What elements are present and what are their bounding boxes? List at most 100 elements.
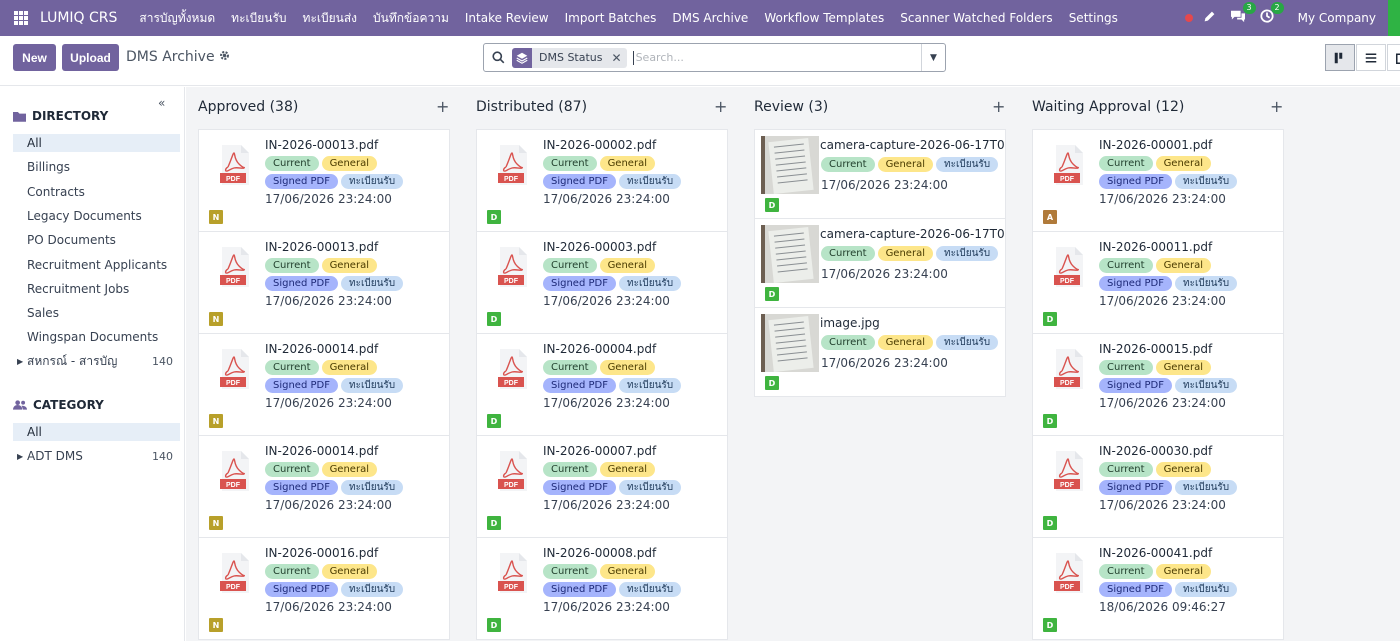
menu-item[interactable]: สารบัญทั้งหมด [131, 9, 223, 28]
main-menu: สารบัญทั้งหมด ทะเบียนรับ ทะเบียนส่ง บันทึกข… [131, 9, 1125, 28]
menu-item[interactable]: Scanner Watched Folders [892, 11, 1060, 25]
sidebar-item[interactable]: Legacy Documents [13, 207, 180, 225]
kanban-card[interactable]: camera-capture-2026-06-17T04-03-14-3 Curr… [754, 218, 1006, 308]
chat-icon[interactable]: 3 [1230, 2, 1256, 27]
add-card-plus-icon[interactable]: + [992, 97, 1005, 116]
caret-right-icon[interactable]: ▶ [17, 452, 23, 461]
pencil-icon[interactable] [1203, 10, 1216, 27]
activity-clock-icon[interactable]: 2 [1260, 2, 1284, 27]
menu-item[interactable]: บันทึกข้อความ [365, 9, 457, 28]
sidebar-item[interactable]: Billings [13, 158, 180, 176]
app-brand[interactable]: LUMIQ CRS [40, 10, 117, 26]
tag-current: Current [543, 462, 597, 477]
status-badge: D [1043, 414, 1057, 428]
kanban-card[interactable]: PDF IN-2026-00013.pdf Current General Signed… [198, 129, 450, 232]
kanban-card[interactable]: PDF IN-2026-00015.pdf Current General Signed… [1032, 333, 1284, 436]
menu-item[interactable]: Settings [1061, 11, 1126, 25]
svg-text:PDF: PDF [226, 380, 241, 387]
card-date: 17/06/2026 23:24:00 [265, 498, 392, 512]
menu-item[interactable]: Import Batches [557, 11, 665, 25]
tag-reg: ทะเบียนรับ [340, 276, 404, 291]
tag-general: General [599, 462, 655, 477]
gear-icon[interactable] [219, 50, 230, 64]
user-avatar[interactable] [1388, 0, 1400, 36]
sidebar-item[interactable]: All [13, 134, 180, 152]
company-switcher[interactable]: My Company [1298, 11, 1376, 25]
tag-current: Current [1099, 564, 1153, 579]
kanban-card[interactable]: PDF IN-2026-00002.pdf Current General Signed… [476, 129, 728, 232]
menu-item[interactable]: ทะเบียนส่ง [295, 9, 366, 28]
column-cards: PDF IN-2026-00001.pdf Current General Signed… [1032, 129, 1284, 640]
calendar-view-button[interactable] [1387, 44, 1400, 71]
navbar-systray: 3 2 My Company [1184, 0, 1400, 36]
card-file-name: IN-2026-00004.pdf [543, 342, 657, 356]
kanban-card[interactable]: PDF IN-2026-00016.pdf Current General Signed… [198, 537, 450, 640]
kanban-card[interactable]: PDF IN-2026-00003.pdf Current General Signed… [476, 231, 728, 334]
caret-right-icon[interactable]: ▶ [17, 357, 23, 366]
card-date: 18/06/2026 09:46:27 [1099, 600, 1226, 614]
tag-reg: ทะเบียนรับ [340, 378, 404, 393]
sidebar-item[interactable]: Recruitment Applicants [13, 256, 180, 274]
search-icon[interactable] [484, 51, 512, 64]
kanban-card[interactable]: PDF IN-2026-00041.pdf Current General Signed… [1032, 537, 1284, 640]
sidebar-item-label: สหกรณ์ - สารบัญ [27, 354, 118, 369]
new-button[interactable]: New [13, 44, 56, 71]
collapse-sidebar-icon[interactable]: « [158, 96, 165, 110]
card-tags: Current General Signed PDF ทะเบียนรับ [265, 156, 449, 192]
add-card-plus-icon[interactable]: + [714, 97, 727, 116]
list-view-button[interactable] [1356, 44, 1386, 71]
kanban-view-button[interactable] [1325, 44, 1355, 71]
add-card-plus-icon[interactable]: + [1270, 97, 1283, 116]
sidebar-item[interactable]: PO Documents [13, 231, 180, 249]
kanban-card[interactable]: PDF IN-2026-00014.pdf Current General Signed… [198, 435, 450, 538]
status-badge: D [487, 312, 501, 326]
column-title[interactable]: Waiting Approval (12) [1032, 99, 1184, 115]
column-title[interactable]: Review (3) [754, 99, 828, 115]
tag-reg: ทะเบียนรับ [1174, 480, 1238, 495]
column-title[interactable]: Approved (38) [198, 99, 298, 115]
status-dot-icon[interactable] [1184, 14, 1193, 22]
search-dropdown-caret-icon[interactable]: ▼ [921, 44, 945, 71]
menu-item[interactable]: DMS Archive [664, 11, 756, 25]
tag-reg: ทะเบียนรับ [1174, 378, 1238, 393]
card-tags: Current General Signed PDF ทะเบียนรับ [543, 360, 727, 396]
menu-item[interactable]: ทะเบียนรับ [223, 9, 294, 28]
tag-reg: ทะเบียนรับ [618, 582, 682, 597]
sidebar-item[interactable]: Sales [13, 304, 180, 322]
kanban-card[interactable]: PDF IN-2026-00030.pdf Current General Signed… [1032, 435, 1284, 538]
sidebar-item[interactable]: Contracts [13, 183, 180, 201]
list-icon [1365, 53, 1377, 62]
kanban-card[interactable]: PDF IN-2026-00004.pdf Current General Signed… [476, 333, 728, 436]
card-date: 17/06/2026 23:24:00 [543, 396, 670, 410]
remove-facet-close-icon[interactable]: ✕ [612, 51, 622, 65]
kanban-card[interactable]: PDF IN-2026-00008.pdf Current General Signed… [476, 537, 728, 640]
tag-current: Current [543, 156, 597, 171]
folder-icon [13, 111, 26, 122]
card-file-name: image.jpg [820, 316, 880, 330]
apps-grid-icon[interactable] [14, 11, 28, 25]
sidebar-item[interactable]: Wingspan Documents [13, 328, 180, 346]
control-panel: New Upload DMS Archive DMS Status ✕ ▼ [0, 36, 1400, 86]
status-badge: D [765, 198, 779, 212]
kanban-card[interactable]: image.jpg Current General ทะเบียนรับ 17/06/2… [754, 307, 1006, 397]
card-tags: Current General ทะเบียนรับ [821, 246, 1005, 264]
kanban-card[interactable]: PDF IN-2026-00014.pdf Current General Signed… [198, 333, 450, 436]
column-title[interactable]: Distributed (87) [476, 99, 587, 115]
add-card-plus-icon[interactable]: + [436, 97, 449, 116]
sidebar-item[interactable]: ▶ ADT DMS 140 [13, 447, 180, 465]
tag-signed: Signed PDF [543, 480, 616, 495]
sidebar-item[interactable]: ▶ สหกรณ์ - สารบัญ 140 [13, 353, 180, 371]
kanban-card[interactable]: PDF IN-2026-00011.pdf Current General Signed… [1032, 231, 1284, 334]
kanban-card[interactable]: PDF IN-2026-00001.pdf Current General Signed… [1032, 129, 1284, 232]
card-tags: Current General Signed PDF ทะเบียนรับ [543, 564, 727, 600]
sidebar-item[interactable]: Recruitment Jobs [13, 280, 180, 298]
menu-item[interactable]: Workflow Templates [756, 11, 892, 25]
sidebar-item[interactable]: All [13, 423, 180, 441]
kanban-card[interactable]: camera-capture-2026-06-17T04-01-51-6 Curr… [754, 129, 1006, 219]
kanban-card[interactable]: PDF IN-2026-00013.pdf Current General Signed… [198, 231, 450, 334]
menu-item[interactable]: Intake Review [457, 11, 557, 25]
tag-general: General [321, 258, 377, 273]
upload-button[interactable]: Upload [62, 44, 119, 71]
search-input[interactable] [632, 50, 913, 65]
kanban-card[interactable]: PDF IN-2026-00007.pdf Current General Signed… [476, 435, 728, 538]
